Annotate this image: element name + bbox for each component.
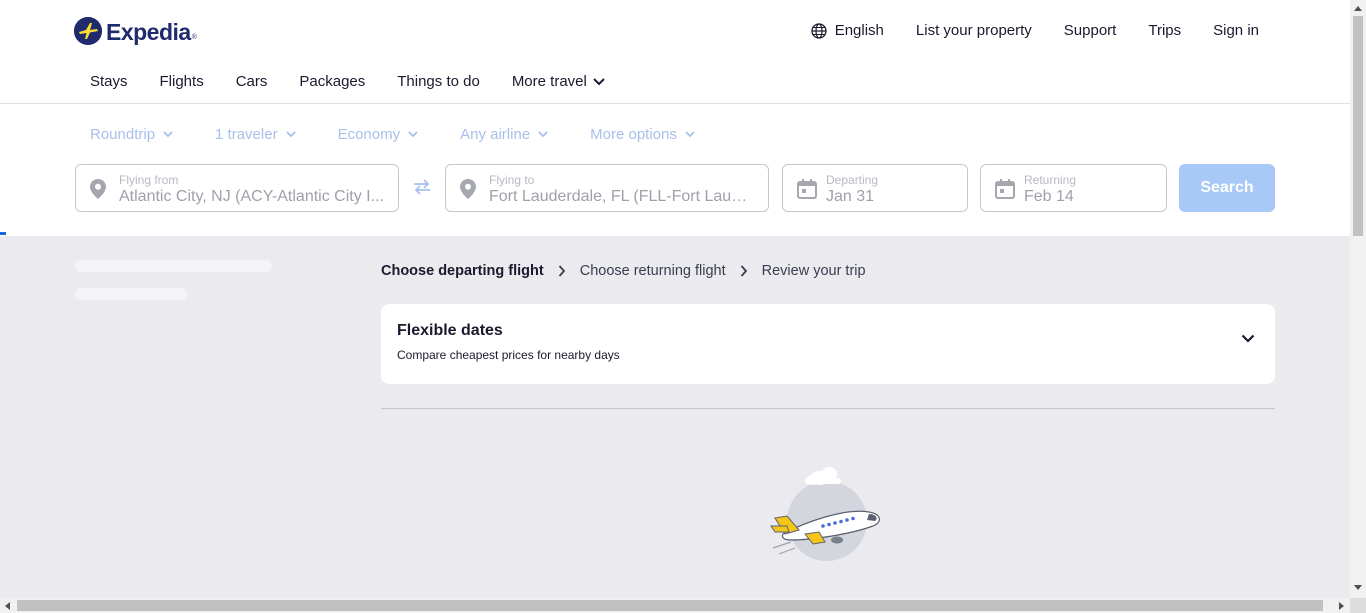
- location-pin-icon: [90, 179, 106, 199]
- scroll-right-arrow-icon[interactable]: [1339, 602, 1344, 610]
- flight-search-form: Roundtrip 1 traveler Economy Any airline…: [0, 104, 1350, 236]
- travelers-label: 1 traveler: [215, 126, 278, 143]
- calendar-icon: [995, 179, 1015, 199]
- chevron-right-icon: [558, 265, 565, 277]
- cabin-class-label: Economy: [337, 126, 401, 143]
- location-pin-icon: [460, 179, 476, 199]
- scrollbar-corner: [1350, 598, 1366, 613]
- expedia-flight-search-page: Expedia ® English List your property Sup…: [0, 0, 1366, 613]
- loading-skeleton-line: [75, 288, 187, 300]
- chevron-down-icon: [163, 131, 173, 138]
- departing-date-field[interactable]: Departing Jan 31: [782, 164, 968, 212]
- nav-packages[interactable]: Packages: [299, 73, 365, 90]
- returning-value: Feb 14: [1024, 188, 1074, 205]
- breadcrumb-review-trip: Review your trip: [761, 263, 866, 279]
- scroll-left-arrow-icon[interactable]: [5, 602, 10, 610]
- vertical-scrollbar[interactable]: [1350, 0, 1366, 598]
- chevron-down-icon: [538, 131, 548, 138]
- more-options-dropdown[interactable]: More options: [590, 126, 695, 143]
- loading-airplane-illustration-icon: [770, 467, 880, 561]
- vertical-scrollbar-thumb[interactable]: [1353, 16, 1363, 236]
- breadcrumb: Choose departing flight Choose returning…: [381, 263, 866, 279]
- nav-things-to-do[interactable]: Things to do: [397, 73, 480, 90]
- chevron-right-icon: [740, 265, 747, 277]
- flying-to-field[interactable]: Flying to Fort Lauderdale, FL (FLL-Fort …: [445, 164, 769, 212]
- sign-in-link[interactable]: Sign in: [1213, 22, 1259, 39]
- main-nav: Stays Flights Cars Packages Things to do…: [90, 73, 605, 90]
- nav-more-travel[interactable]: More travel: [512, 73, 605, 90]
- flying-from-value: Atlantic City, NJ (ACY-Atlantic City I..…: [119, 188, 384, 205]
- breadcrumb-choose-returning: Choose returning flight: [579, 263, 726, 279]
- expedia-plane-logo-icon: [74, 16, 102, 45]
- trip-type-label: Roundtrip: [90, 126, 156, 143]
- results-area: Choose departing flight Choose returning…: [0, 236, 1350, 598]
- returning-label: Returning: [1024, 173, 1077, 187]
- flying-from-field[interactable]: Flying from Atlantic City, NJ (ACY-Atlan…: [75, 164, 399, 212]
- flying-to-label: Flying to: [489, 173, 535, 187]
- horizontal-scrollbar[interactable]: [0, 598, 1350, 613]
- flexible-dates-card[interactable]: Flexible dates Compare cheapest prices f…: [381, 304, 1275, 384]
- search-filters: Roundtrip 1 traveler Economy Any airline…: [90, 126, 695, 143]
- swap-locations-button[interactable]: [411, 178, 433, 201]
- scroll-up-arrow-icon[interactable]: [1354, 6, 1362, 11]
- trademark-symbol: ®: [191, 34, 197, 41]
- trip-type-dropdown[interactable]: Roundtrip: [90, 126, 173, 143]
- language-label: English: [834, 22, 884, 39]
- chevron-down-icon: [1241, 334, 1255, 343]
- section-divider: [381, 408, 1275, 409]
- nav-flights[interactable]: Flights: [160, 73, 204, 90]
- more-travel-label: More travel: [511, 73, 587, 90]
- search-button[interactable]: Search: [1179, 164, 1275, 212]
- language-selector[interactable]: English: [811, 22, 884, 39]
- site-header: Expedia ® English List your property Sup…: [0, 0, 1350, 104]
- horizontal-scrollbar-thumb[interactable]: [17, 600, 1323, 611]
- trips-link[interactable]: Trips: [1148, 22, 1181, 39]
- swap-arrows-icon: [414, 179, 430, 195]
- loading-progress-bar: [0, 232, 6, 235]
- airline-dropdown[interactable]: Any airline: [460, 126, 548, 143]
- scroll-down-arrow-icon[interactable]: [1354, 585, 1362, 590]
- travelers-dropdown[interactable]: 1 traveler: [215, 126, 296, 143]
- loading-skeleton-line: [75, 260, 272, 272]
- support-link[interactable]: Support: [1064, 22, 1117, 39]
- nav-cars[interactable]: Cars: [236, 73, 268, 90]
- cabin-class-dropdown[interactable]: Economy: [338, 126, 419, 143]
- list-your-property-link[interactable]: List your property: [916, 22, 1032, 39]
- top-links: English List your property Support Trips…: [811, 22, 1259, 39]
- more-options-label: More options: [590, 126, 677, 143]
- expedia-logo[interactable]: Expedia ®: [74, 15, 197, 46]
- airline-label: Any airline: [460, 126, 531, 143]
- departing-value: Jan 31: [826, 188, 875, 205]
- flexible-dates-title: Flexible dates: [397, 322, 503, 339]
- departing-label: Departing: [826, 173, 879, 187]
- breadcrumb-choose-departing: Choose departing flight: [381, 263, 544, 279]
- nav-stays[interactable]: Stays: [90, 73, 128, 90]
- calendar-icon: [797, 179, 817, 199]
- globe-icon: [811, 22, 827, 39]
- expedia-wordmark: Expedia: [106, 19, 191, 45]
- flying-to-value: Fort Lauderdale, FL (FLL-Fort Lauder...: [489, 188, 755, 205]
- chevron-down-icon: [408, 131, 418, 138]
- flying-from-label: Flying from: [119, 173, 179, 187]
- chevron-down-icon: [285, 131, 296, 138]
- chevron-down-icon: [685, 131, 695, 138]
- returning-date-field[interactable]: Returning Feb 14: [980, 164, 1167, 212]
- flexible-dates-subtitle: Compare cheapest prices for nearby days: [397, 348, 620, 362]
- chevron-down-icon: [593, 77, 605, 85]
